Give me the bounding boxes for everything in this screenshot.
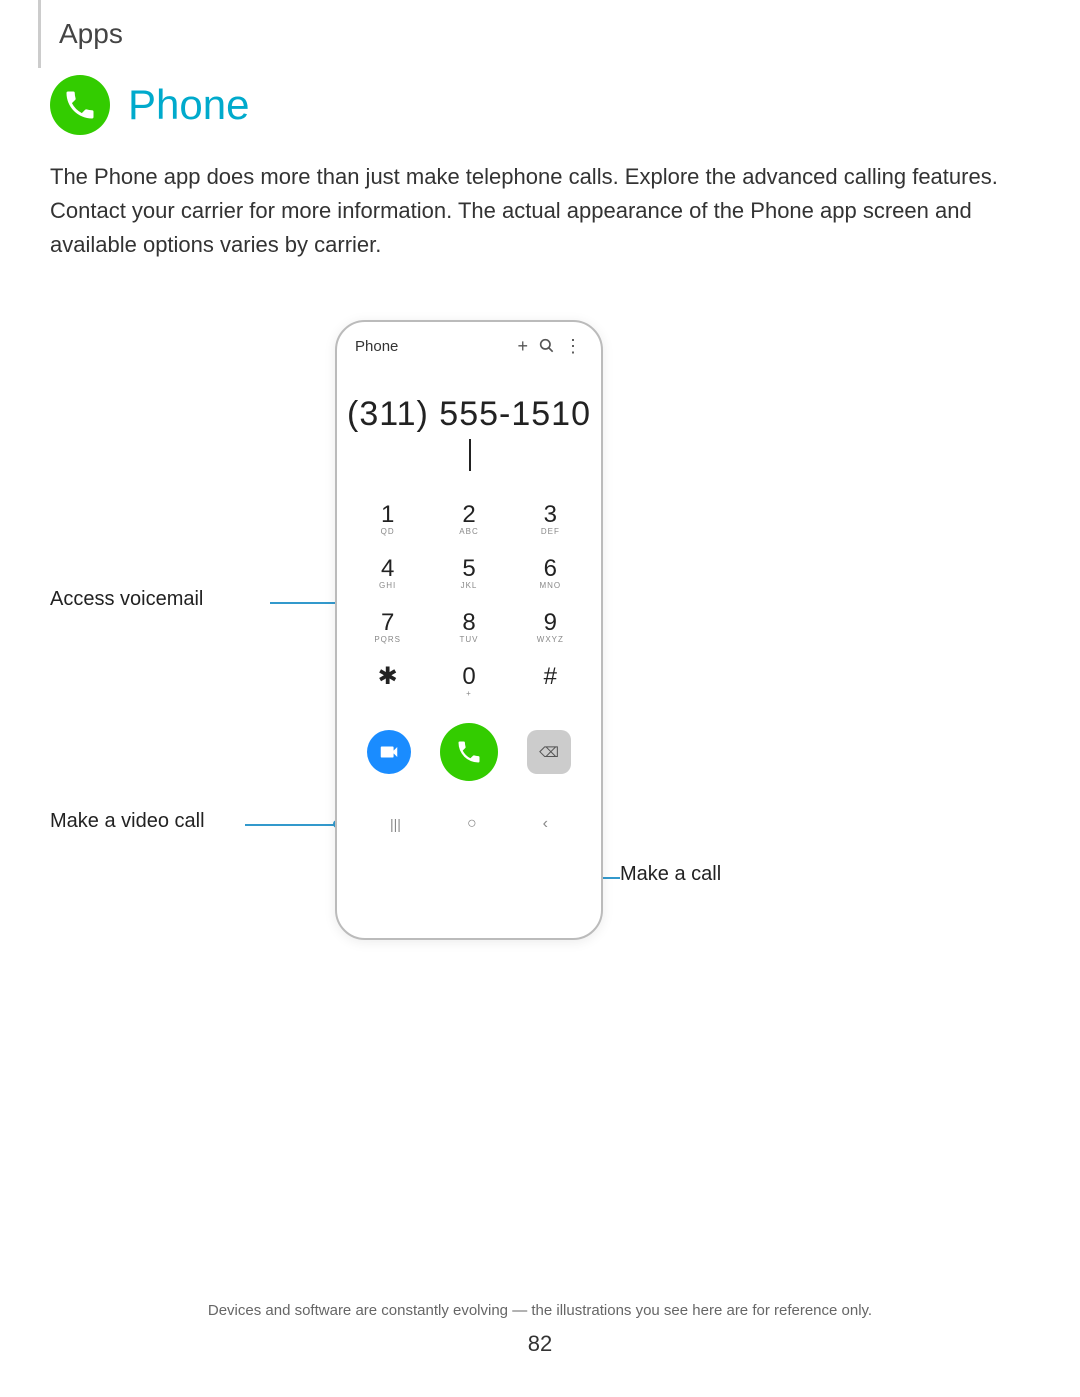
- dial-key-7[interactable]: 7 PQRS: [347, 601, 428, 655]
- phone-number-text: (311) 555-1510: [347, 395, 591, 433]
- add-icon[interactable]: +: [517, 336, 528, 357]
- dial-key-2[interactable]: 2 ABC: [428, 493, 509, 547]
- call-icon: [455, 738, 483, 766]
- phone-screen-title: Phone: [355, 338, 398, 355]
- phone-nav-bar: ||| ○ ‹: [337, 801, 601, 841]
- footer-disclaimer: Devices and software are constantly evol…: [50, 1302, 1030, 1319]
- dial-key-0[interactable]: 0 +: [428, 655, 509, 709]
- callout-access-voicemail: Access voicemail: [50, 588, 203, 611]
- app-description: The Phone app does more than just make t…: [50, 160, 1030, 262]
- dial-key-star[interactable]: ✱: [347, 655, 428, 709]
- nav-back-icon[interactable]: ‹: [543, 815, 548, 833]
- dial-key-9[interactable]: 9 WXYZ: [510, 601, 591, 655]
- phone-icon: [62, 87, 98, 123]
- page-number: 82: [50, 1331, 1030, 1357]
- video-icon: [378, 741, 400, 763]
- dial-key-hash[interactable]: #: [510, 655, 591, 709]
- dial-key-1[interactable]: 1 QD: [347, 493, 428, 547]
- nav-home-icon[interactable]: ○: [467, 815, 477, 833]
- breadcrumb-text: Apps: [59, 18, 123, 50]
- text-cursor: [469, 439, 471, 471]
- more-options-icon[interactable]: ⋮: [564, 336, 583, 357]
- callout-voicemail-label: Access voicemail: [50, 588, 203, 610]
- action-row: ⌫: [337, 709, 601, 791]
- video-call-button[interactable]: [367, 730, 411, 774]
- dial-key-6[interactable]: 6 MNO: [510, 547, 591, 601]
- dial-key-3[interactable]: 3 DEF: [510, 493, 591, 547]
- phone-app-icon: [50, 75, 110, 135]
- phone-screen-header: Phone + ⋮: [337, 322, 601, 365]
- phone-header-icons: + ⋮: [517, 336, 583, 357]
- phone-device: Phone + ⋮ (311) 555-1510 1 QD 2: [335, 320, 603, 940]
- call-button[interactable]: [440, 723, 498, 781]
- callout-make-call: Make a call: [620, 863, 721, 886]
- footer: Devices and software are constantly evol…: [50, 1302, 1030, 1357]
- callout-call-label: Make a call: [620, 863, 721, 885]
- app-header: Phone: [50, 75, 249, 135]
- callout-video-call: Make a video call: [50, 810, 205, 833]
- dial-key-4[interactable]: 4 GHI: [347, 547, 428, 601]
- callout-video-label: Make a video call: [50, 810, 205, 832]
- dial-key-8[interactable]: 8 TUV: [428, 601, 509, 655]
- delete-button[interactable]: ⌫: [527, 730, 571, 774]
- nav-menu-icon[interactable]: |||: [390, 816, 401, 832]
- phone-number-display: (311) 555-1510: [337, 365, 601, 493]
- dial-key-5[interactable]: 5 JKL: [428, 547, 509, 601]
- app-title: Phone: [128, 81, 249, 129]
- dialpad: 1 QD 2 ABC 3 DEF 4 GHI 5 JKL 6 MNO: [337, 493, 601, 709]
- search-icon[interactable]: [538, 337, 554, 357]
- backspace-icon: ⌫: [539, 744, 559, 761]
